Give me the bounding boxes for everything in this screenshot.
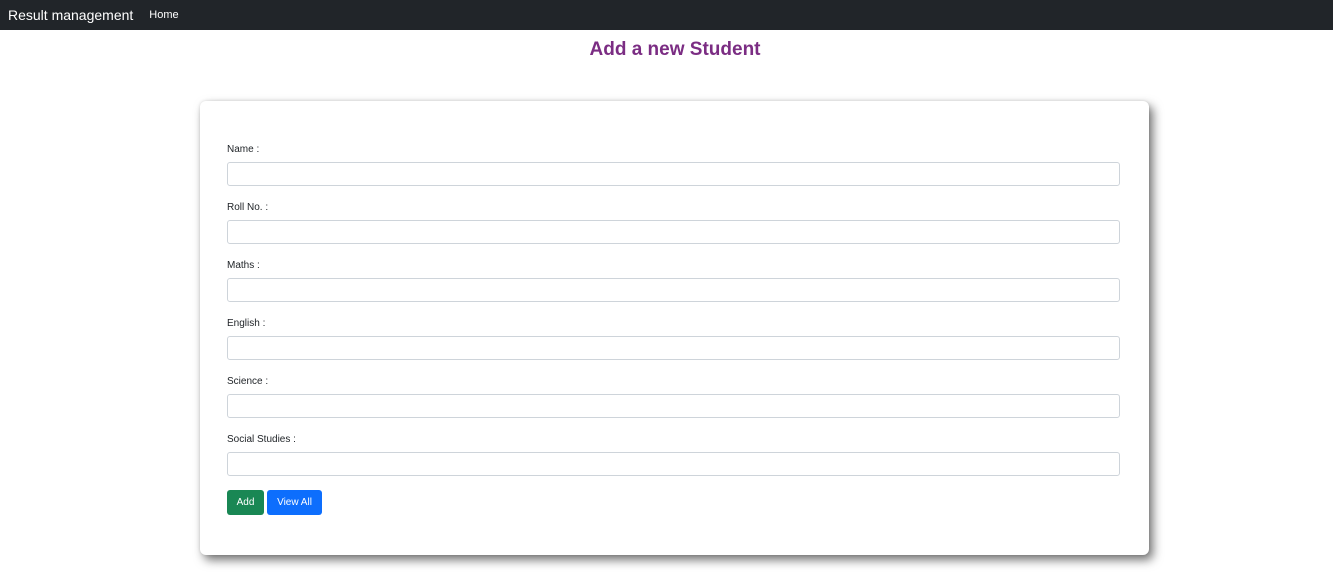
social-studies-input[interactable] [227,452,1120,476]
science-label: Science : [227,376,269,387]
add-button[interactable]: Add [227,490,264,515]
roll-no-input[interactable] [227,220,1120,244]
student-form-card: Name : Roll No. : Maths : English : Scie… [200,101,1149,555]
english-label: English : [227,318,266,329]
english-input[interactable] [227,336,1120,360]
view-all-button[interactable]: View All [267,490,322,515]
name-input[interactable] [227,162,1120,186]
social-studies-label: Social Studies : [227,434,296,445]
maths-label: Maths : [227,260,260,271]
navbar: Result management Home [0,0,1333,30]
nav-link-home[interactable]: Home [149,0,178,30]
page-title: Add a new Student [589,39,761,60]
maths-input[interactable] [227,278,1120,302]
science-input[interactable] [227,394,1120,418]
navbar-brand[interactable]: Result management [8,0,133,30]
roll-no-label: Roll No. : [227,202,269,213]
name-label: Name : [227,144,260,155]
